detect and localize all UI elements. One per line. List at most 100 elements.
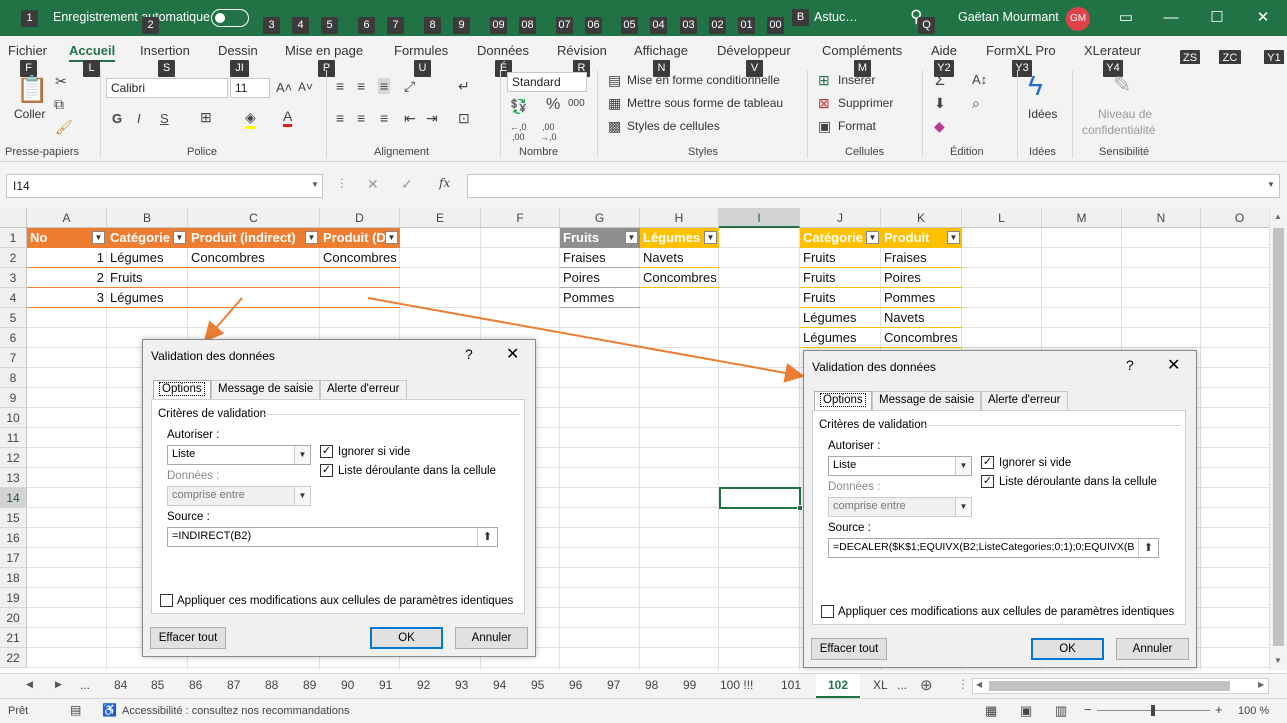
scroll-sheets-left-icon[interactable]: ◀ bbox=[26, 679, 33, 690]
scroll-right-icon[interactable]: ▶ bbox=[1258, 680, 1264, 689]
apply-all-checkbox[interactable] bbox=[160, 594, 173, 607]
accessibility-status[interactable]: Accessibilité : consultez nos recommanda… bbox=[122, 705, 349, 717]
sheet-tab[interactable]: 99 bbox=[683, 678, 696, 692]
dialog-title: Validation des données bbox=[151, 349, 275, 363]
chevron-down-icon: ▼ bbox=[955, 498, 971, 516]
sheet-tab[interactable]: 87 bbox=[227, 678, 240, 692]
arrow-to-dialog1 bbox=[203, 297, 243, 343]
tab-error-alert[interactable]: Alerte d'erreur bbox=[981, 391, 1068, 411]
dialog-title: Validation des données bbox=[812, 360, 936, 374]
in-cell-dropdown-checkbox[interactable]: ✓ bbox=[981, 475, 994, 488]
sheet-tab[interactable]: 100 !!! bbox=[720, 678, 753, 692]
collapse-dialog-icon: ⬆ bbox=[477, 528, 497, 546]
tab-options[interactable]: Options bbox=[153, 380, 211, 400]
sheet-tab[interactable]: 102 bbox=[816, 674, 861, 698]
apply-all-label: Appliquer ces modifications aux cellules… bbox=[177, 595, 514, 607]
sheet-tab[interactable]: 84 bbox=[114, 678, 127, 692]
apply-all-checkbox[interactable] bbox=[821, 605, 834, 618]
sheet-tab[interactable]: ... bbox=[897, 678, 907, 692]
macro-recording-icon[interactable]: ▤ bbox=[70, 703, 81, 717]
tab-split-grip-icon[interactable]: ⋮ bbox=[957, 677, 969, 691]
tab-error-alert[interactable]: Alerte d'erreur bbox=[320, 380, 407, 400]
close-icon[interactable]: ✕ bbox=[506, 344, 519, 364]
ignore-blank-checkbox[interactable]: ✓ bbox=[981, 456, 994, 469]
chevron-down-icon: ▼ bbox=[294, 446, 310, 464]
cancel-button[interactable]: Annuler bbox=[1116, 638, 1189, 660]
clear-all-button[interactable]: Effacer tout bbox=[150, 627, 226, 649]
sheet-tab[interactable]: XL bbox=[873, 678, 888, 692]
ignore-blank-label: Ignorer si vide bbox=[999, 457, 1072, 469]
allow-select[interactable]: Liste ▼ bbox=[828, 456, 972, 476]
data-validation-dialog-1: Validation des données ? ✕ Options Messa… bbox=[142, 339, 536, 657]
sheet-tab-bar: ◀ ▶ ... 84 85 86 87 88 89 90 91 92 93 94 95 96 97 98 99 1… bbox=[0, 673, 1287, 698]
scroll-left-icon[interactable]: ◀ bbox=[976, 680, 982, 689]
sheet-tab[interactable]: 85 bbox=[151, 678, 164, 692]
data-label: Données : bbox=[167, 470, 220, 482]
options-pane: Critères de validation Autoriser : Liste… bbox=[151, 399, 525, 614]
help-icon[interactable]: ? bbox=[1126, 357, 1134, 373]
sheet-tab[interactable]: 96 bbox=[569, 678, 582, 692]
status-bar: Prêt ▤ ♿ Accessibilité : consultez nos r… bbox=[0, 698, 1287, 723]
sheet-tab[interactable]: 97 bbox=[607, 678, 620, 692]
cancel-button[interactable]: Annuler bbox=[455, 627, 528, 649]
sheet-tab[interactable]: 95 bbox=[531, 678, 544, 692]
tab-options[interactable]: Options bbox=[814, 391, 872, 411]
close-icon[interactable]: ✕ bbox=[1167, 355, 1180, 375]
page-layout-view-icon[interactable]: ▣ bbox=[1020, 703, 1032, 719]
allow-label: Autoriser : bbox=[167, 429, 220, 441]
scroll-sheets-right-icon[interactable]: ▶ bbox=[55, 679, 62, 690]
ok-button[interactable]: OK bbox=[370, 627, 443, 649]
sheet-tab[interactable]: 88 bbox=[265, 678, 278, 692]
sheet-tab[interactable]: 98 bbox=[645, 678, 658, 692]
zoom-level[interactable]: 100 % bbox=[1238, 705, 1269, 717]
source-input[interactable]: =DECALER($K$1;EQUIVX(B2;ListeCategories;… bbox=[828, 538, 1159, 558]
page-break-view-icon[interactable]: ▥ bbox=[1055, 703, 1067, 719]
normal-view-icon[interactable]: ▦ bbox=[985, 703, 997, 719]
options-pane: Critères de validation Autoriser : Liste… bbox=[812, 410, 1186, 625]
sheet-tab[interactable]: 94 bbox=[493, 678, 506, 692]
data-validation-dialog-2: Validation des données ? ✕ Options Messa… bbox=[803, 350, 1197, 668]
sheet-tab[interactable]: 92 bbox=[417, 678, 430, 692]
allow-label: Autoriser : bbox=[828, 440, 881, 452]
source-label: Source : bbox=[828, 522, 871, 534]
sheet-tab[interactable]: 91 bbox=[379, 678, 392, 692]
in-cell-dropdown-label: Liste déroulante dans la cellule bbox=[338, 465, 496, 477]
data-label: Données : bbox=[828, 481, 881, 493]
in-cell-dropdown-checkbox[interactable]: ✓ bbox=[320, 464, 333, 477]
apply-all-label: Appliquer ces modifications aux cellules… bbox=[838, 606, 1175, 618]
zoom-in-icon[interactable]: + bbox=[1215, 702, 1223, 717]
ready-status: Prêt bbox=[8, 705, 29, 717]
sheet-tab[interactable]: 86 bbox=[189, 678, 202, 692]
clear-all-button[interactable]: Effacer tout bbox=[811, 638, 887, 660]
horizontal-scrollbar[interactable]: ◀ ▶ bbox=[972, 678, 1269, 694]
sheet-tab[interactable]: 89 bbox=[303, 678, 316, 692]
allow-select[interactable]: Liste ▼ bbox=[167, 445, 311, 465]
divider bbox=[925, 425, 1181, 426]
source-input[interactable]: =INDIRECT(B2) ⬆ bbox=[167, 527, 498, 547]
ignore-blank-checkbox[interactable]: ✓ bbox=[320, 445, 333, 458]
collapse-dialog-icon: ⬆ bbox=[1138, 539, 1158, 557]
chevron-down-icon: ▼ bbox=[955, 457, 971, 475]
data-select: comprise entre ▼ bbox=[167, 486, 311, 506]
scrollbar-thumb[interactable] bbox=[989, 681, 1230, 691]
source-label: Source : bbox=[167, 511, 210, 523]
data-select: comprise entre ▼ bbox=[828, 497, 972, 517]
help-icon[interactable]: ? bbox=[465, 346, 473, 362]
zoom-slider-thumb[interactable] bbox=[1151, 705, 1155, 716]
chevron-down-icon: ▼ bbox=[294, 487, 310, 505]
ok-button[interactable]: OK bbox=[1031, 638, 1104, 660]
divider bbox=[264, 414, 520, 415]
tab-input-message[interactable]: Message de saisie bbox=[211, 380, 321, 400]
validation-criteria-label: Critères de validation bbox=[819, 419, 928, 431]
sheet-tab[interactable]: 93 bbox=[455, 678, 468, 692]
sheet-tab[interactable]: 101 bbox=[781, 678, 801, 692]
zoom-out-icon[interactable]: − bbox=[1084, 702, 1092, 717]
sheet-tab[interactable]: 90 bbox=[341, 678, 354, 692]
validation-criteria-label: Critères de validation bbox=[158, 408, 267, 420]
tab-input-message[interactable]: Message de saisie bbox=[872, 391, 982, 411]
in-cell-dropdown-label: Liste déroulante dans la cellule bbox=[999, 476, 1157, 488]
accessibility-icon[interactable]: ♿ bbox=[102, 703, 117, 717]
ignore-blank-label: Ignorer si vide bbox=[338, 446, 411, 458]
new-sheet-icon[interactable]: ⊕ bbox=[920, 676, 933, 694]
sheet-tab[interactable]: ... bbox=[80, 678, 90, 692]
